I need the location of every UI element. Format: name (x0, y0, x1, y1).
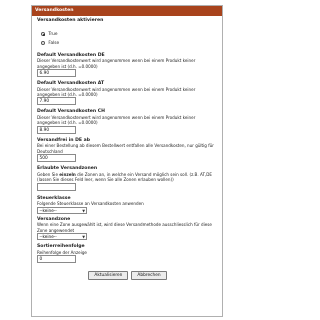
radio-false[interactable] (41, 40, 46, 46)
at-shipping-input[interactable]: 7.90 (37, 97, 76, 106)
ch-shipping-input[interactable]: 8.90 (37, 125, 76, 134)
button-row: Aktualisieren Abbrechen (37, 271, 218, 281)
chevron-down-icon: ▼ (82, 208, 85, 213)
de-shipping-input[interactable]: 6.90 (37, 69, 76, 77)
free-shipping-input[interactable]: 500 (37, 154, 76, 163)
sort-desc: Reihenfolge der Anzeige (37, 249, 87, 255)
taxzone-selected: --keine-- (39, 234, 57, 240)
taxzone-select[interactable]: --keine-- ▼ (37, 233, 87, 241)
zones-desc: Geben Sie einzeln die Zonen an, in welch… (37, 172, 218, 183)
radio-true[interactable] (41, 31, 46, 37)
at-desc: Dieser Versandkostenwert wird angenommen… (37, 86, 196, 97)
panel-title: Versandkosten (32, 6, 222, 16)
radio-true-row[interactable]: True (37, 30, 218, 39)
radio-false-label: False (48, 40, 60, 46)
update-button[interactable]: Aktualisieren (88, 271, 129, 281)
sort-order-input[interactable]: 0 (37, 255, 76, 264)
cancel-button[interactable]: Abbrechen (131, 271, 167, 281)
free-shipping-desc: Bei einer Bestellung ab diesem Bestellwe… (37, 143, 214, 154)
radio-true-label: True (48, 31, 58, 37)
chevron-down-icon: ▼ (82, 235, 85, 240)
de-desc: Dieser Versandkostenwert wird angenommen… (37, 58, 196, 69)
taxzone-desc: Wenn eine Zone ausgewählt ist, wird dies… (37, 222, 212, 233)
zones-desc-bold: einzeln (59, 171, 76, 177)
panel-body: Versandkosten aktivieren True False Defa… (32, 16, 222, 281)
zones-desc-pre: Geben Sie (37, 171, 60, 177)
zones-input[interactable] (37, 182, 76, 191)
taxclass-selected: --keine-- (39, 207, 57, 213)
radio-false-row[interactable]: False (37, 39, 218, 48)
ch-desc: Dieser Versandkostenwert wird angenommen… (37, 115, 196, 126)
taxclass-select[interactable]: --keine-- ▼ (37, 206, 87, 214)
shipping-settings-panel: Versandkosten Versandkosten aktivieren T… (31, 5, 223, 317)
